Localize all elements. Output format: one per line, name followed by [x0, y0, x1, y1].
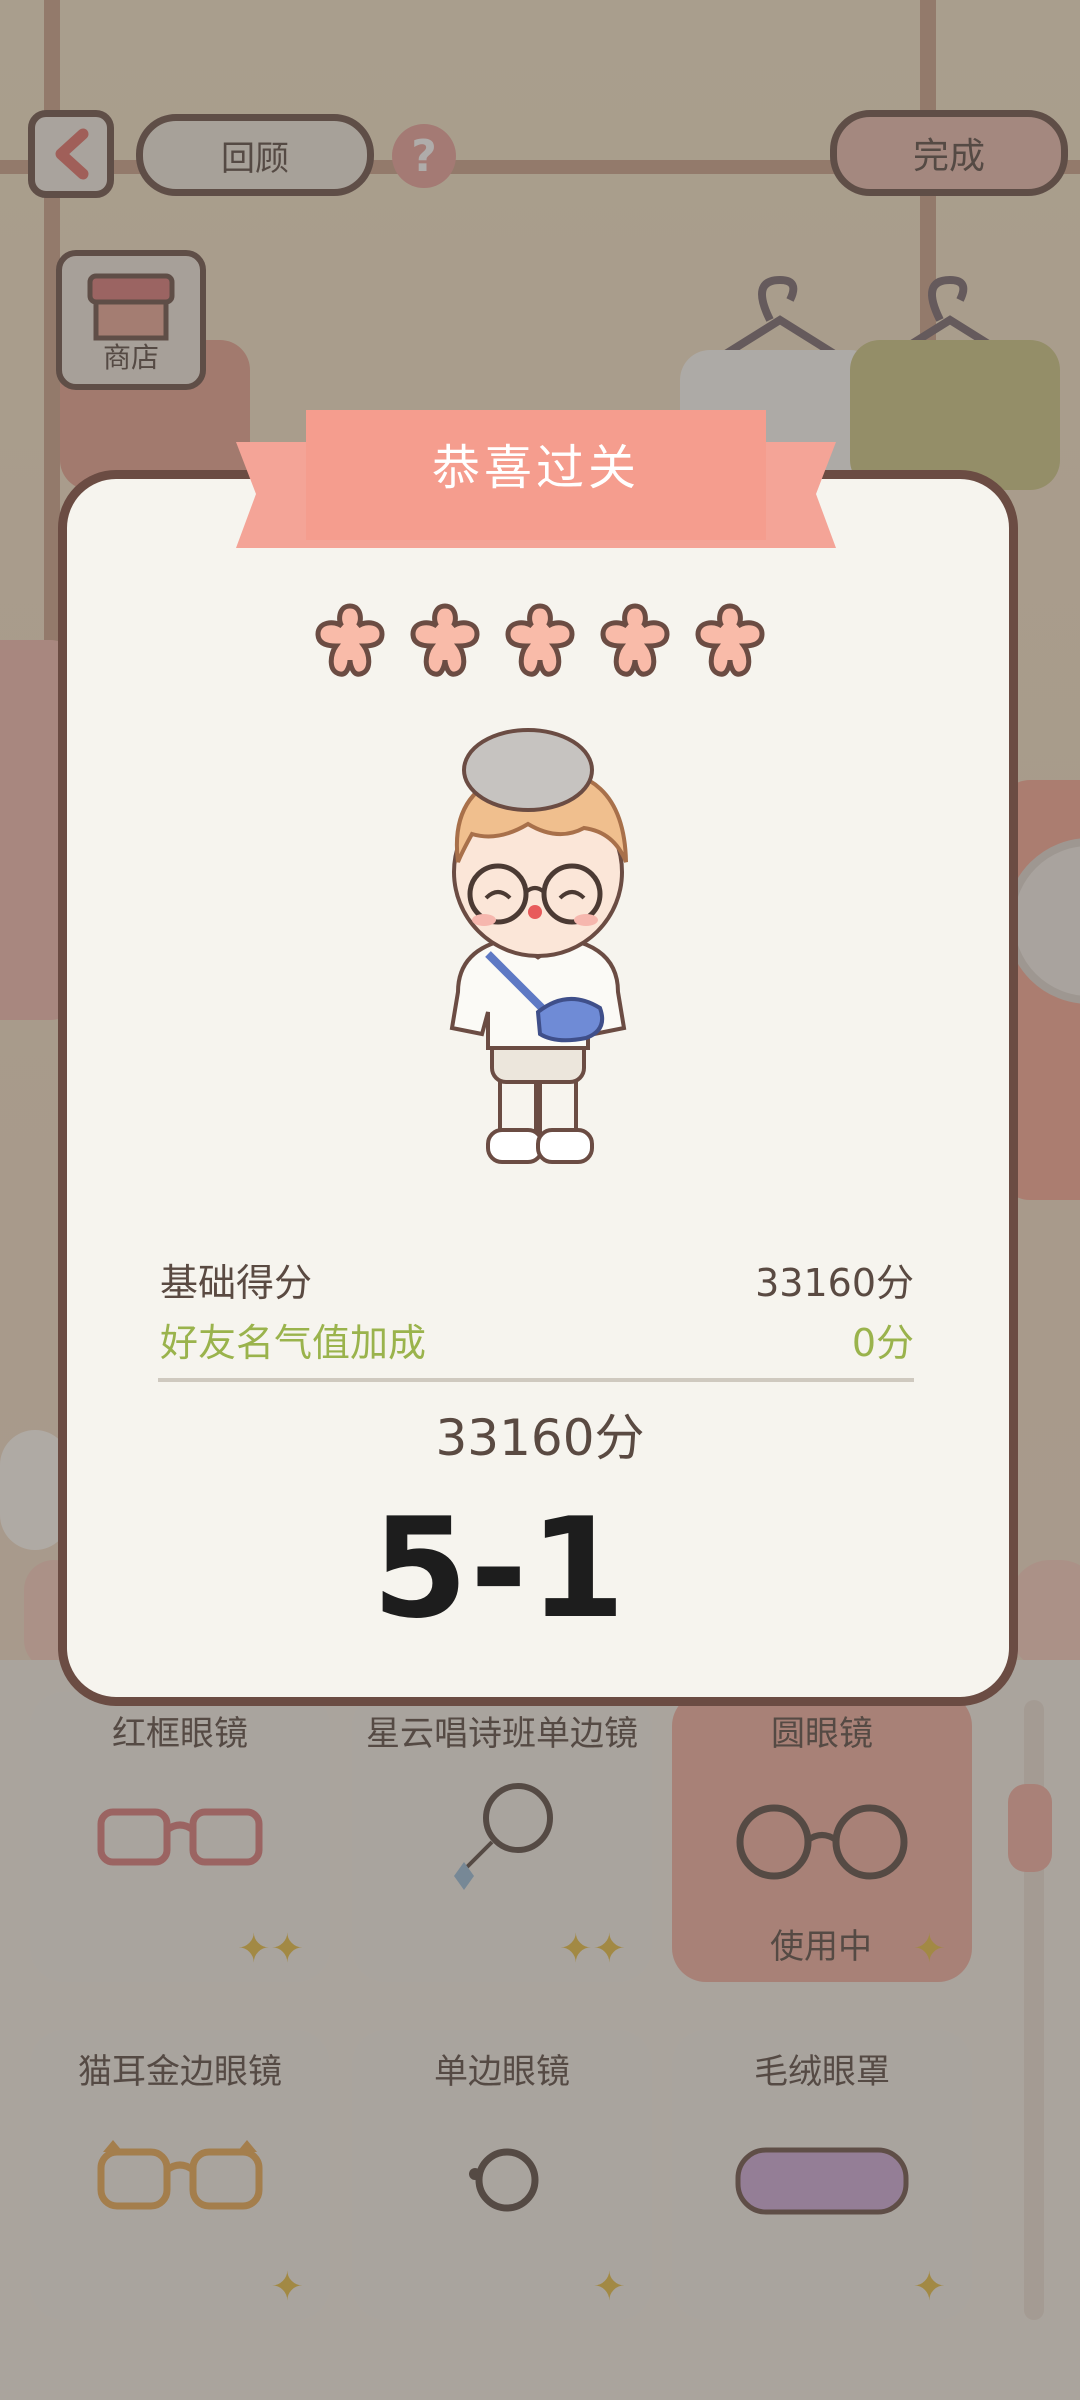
flower-star-icon — [505, 603, 575, 677]
score-divider — [158, 1378, 914, 1382]
dialog-title: 恭喜过关 — [431, 440, 640, 496]
flower-star-icon — [600, 603, 670, 677]
base-score-row: 基础得分 33160分 — [160, 1252, 914, 1307]
total-score: 33160分 — [435, 1409, 645, 1467]
base-score-value: 33160分 — [755, 1261, 914, 1305]
flower-star-icon — [315, 603, 385, 677]
level-number: 5-1 — [372, 1488, 628, 1649]
base-score-label: 基础得分 — [160, 1261, 313, 1305]
flower-star-icon — [410, 603, 480, 677]
star-rating — [310, 600, 770, 690]
bonus-score-value: 0分 — [851, 1321, 914, 1365]
flower-star-icon — [695, 603, 765, 677]
bonus-score-row: 好友名气值加成 0分 — [160, 1312, 914, 1367]
bonus-score-label: 好友名气值加成 — [160, 1321, 427, 1365]
dressed-character — [449, 728, 628, 1164]
